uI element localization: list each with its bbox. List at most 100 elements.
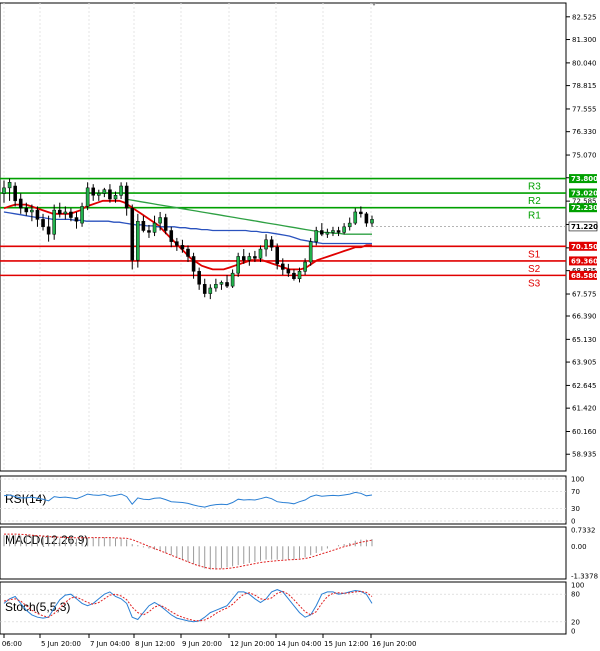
price-tick-label: 81.300 (572, 36, 597, 44)
candle-bearish (169, 230, 174, 242)
candle-bearish (359, 211, 363, 215)
candle-bullish (331, 230, 335, 233)
candle-bearish (163, 217, 168, 231)
candle-bullish (30, 209, 34, 213)
candle-bearish (225, 282, 229, 287)
level-tag-label: 73.800 (571, 175, 598, 183)
candle-bearish (186, 248, 190, 257)
level-tag-label: 68.580 (571, 272, 598, 280)
price-tick-label: 67.575 (572, 291, 597, 299)
candle-bullish (152, 222, 157, 233)
candle-bullish (2, 187, 6, 194)
candle-bullish (97, 193, 101, 196)
time-tick-label: 12 Jun 20:00 (230, 640, 274, 648)
candle-bullish (303, 261, 307, 272)
candle-bullish (230, 272, 235, 287)
price-tick-label: 76.330 (572, 128, 597, 136)
level-name-r2: R2 (528, 196, 541, 207)
candle-bearish (191, 256, 196, 272)
candle-bearish (141, 220, 146, 231)
macd-tick-label: 0.7332 (571, 527, 596, 535)
candle-bullish (353, 211, 358, 224)
candle-bullish (208, 287, 213, 294)
candle-bearish (275, 246, 279, 265)
candle-bearish (46, 226, 51, 235)
time-tick-label: 5 Jun 20:00 (41, 640, 81, 648)
candle-bearish (91, 187, 95, 196)
forex-chart: R3 R2 R1 S1 S2 S3 82.525 81.300 80.040 78.815 77.… (0, 0, 600, 651)
candle-bullish (236, 256, 240, 274)
candle-bullish (102, 189, 107, 194)
candle-bearish (74, 217, 79, 222)
candle-bearish (24, 208, 29, 213)
price-tick-label: 75.070 (572, 152, 597, 160)
candle-bearish (57, 209, 62, 215)
candle-bullish (342, 226, 346, 233)
price-tick-label: 77.555 (572, 105, 597, 113)
time-tick-label: 15 Jun 12:00 (324, 640, 368, 648)
price-tick-label: 61.420 (572, 405, 597, 413)
macd-tick-label: 0.00 (571, 543, 587, 551)
candle-bearish (286, 269, 291, 274)
price-tick-label: 82.525 (572, 13, 597, 21)
time-tick-label: 8 Jun 12:00 (135, 640, 175, 648)
time-tick-label: 4 Jun 06:00 (0, 640, 22, 648)
level-tag-label: 72.230 (571, 204, 598, 212)
time-tick-label: 9 Jun 20:00 (182, 640, 222, 648)
candle-bullish (7, 182, 12, 189)
candle-bearish (124, 185, 129, 209)
candle-bullish (63, 211, 68, 215)
candle-bullish (214, 284, 218, 289)
candle-bullish (347, 222, 352, 228)
candle-bullish (314, 230, 319, 242)
price-tick-label: 80.040 (572, 59, 597, 67)
candle-bullish (247, 256, 252, 261)
rsi-tick-label: 100 (571, 476, 584, 484)
candle-bullish (264, 239, 268, 250)
candle-bearish (108, 189, 112, 200)
price-tick-label: 66.390 (572, 312, 597, 320)
candle-bullish (297, 271, 302, 279)
candle-bearish (292, 272, 296, 279)
time-tick-label: 7 Jun 04:00 (90, 640, 130, 648)
stoch-label: Stoch(5,5,3) (5, 600, 70, 614)
candle-bullish (136, 220, 140, 261)
candle-bullish (85, 187, 90, 207)
candle-bullish (325, 232, 330, 235)
candle-bearish (281, 263, 285, 270)
candle-bearish (253, 256, 257, 259)
level-name-r3: R3 (528, 182, 541, 193)
price-tick-label: 62.645 (572, 382, 597, 390)
price-tick-label: 63.905 (572, 359, 597, 367)
candle-bearish (130, 208, 135, 261)
candle-bearish (241, 256, 246, 261)
level-tag-label: 69.360 (571, 257, 598, 265)
candle-bullish (370, 219, 374, 224)
candle-bearish (336, 230, 341, 233)
rsi-tick-label: 70 (571, 488, 580, 496)
candle-bullish (219, 282, 224, 285)
stoch-tick-label: 80 (571, 591, 580, 599)
candle-bullish (308, 241, 313, 263)
level-name-s3: S3 (528, 278, 541, 289)
candle-bullish (113, 195, 118, 200)
candle-bullish (119, 185, 123, 196)
candle-bearish (35, 209, 40, 220)
candle-bearish (41, 219, 45, 228)
candle-bearish (69, 211, 73, 218)
current-price-tag: 71.220 (571, 223, 598, 231)
price-tick-label: 58.935 (572, 451, 597, 459)
candle-bearish (180, 245, 185, 250)
price-tick-label: 65.130 (572, 336, 597, 344)
candle-bearish (175, 241, 179, 246)
stoch-tick-label: 20 (571, 618, 580, 626)
candle-bullish (80, 206, 84, 224)
time-tick-label: 16 Jun 20:00 (372, 640, 416, 648)
stoch-tick-label: 100 (571, 582, 584, 590)
level-name-s2: S2 (528, 264, 541, 275)
candle-bearish (202, 284, 207, 294)
level-price-tags: 73.800 73.020 72.230 70.150 69.360 68.580 71.2… (568, 174, 598, 280)
candle-bearish (147, 230, 151, 233)
level-name-s1: S1 (528, 249, 541, 260)
stoch-tick-label: 0 (571, 628, 575, 636)
